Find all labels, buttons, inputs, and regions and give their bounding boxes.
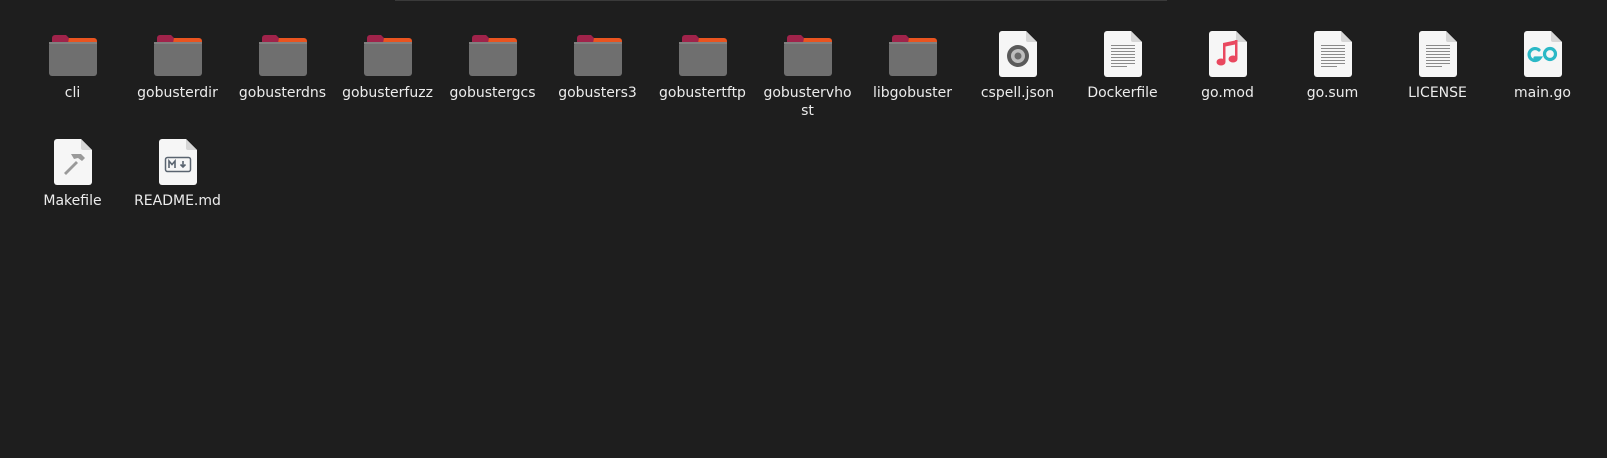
file-item-readme-md[interactable]: README.md xyxy=(125,136,230,244)
folder-icon xyxy=(257,28,309,80)
file-item-libgobuster[interactable]: libgobuster xyxy=(860,28,965,136)
file-item-gobustergcs[interactable]: gobustergcs xyxy=(440,28,545,136)
file-name: go.sum xyxy=(1306,85,1359,101)
text-file-icon xyxy=(1412,28,1464,80)
file-name: gobusterdir xyxy=(137,85,218,101)
folder-icon xyxy=(887,28,939,80)
file-item-makefile[interactable]: Makefile xyxy=(20,136,125,244)
go-file-icon xyxy=(1517,28,1569,80)
file-item-go-sum[interactable]: go.sum xyxy=(1280,28,1385,136)
file-item-gobustervhost[interactable]: gobustervhost xyxy=(755,28,860,136)
file-name: libgobuster xyxy=(872,85,953,101)
folder-icon xyxy=(362,28,414,80)
text-file-icon xyxy=(1307,28,1359,80)
folder-icon xyxy=(572,28,624,80)
file-item-cli[interactable]: cli xyxy=(20,28,125,136)
folder-icon xyxy=(467,28,519,80)
file-grid: cli gobusterdir gobusterdns gobusterfuzz… xyxy=(20,28,1595,244)
music-file-icon xyxy=(1202,28,1254,80)
file-name: gobustergcs xyxy=(449,85,536,101)
file-name: gobustervhost xyxy=(763,85,852,119)
file-item-gobusterdns[interactable]: gobusterdns xyxy=(230,28,335,136)
header-divider xyxy=(395,0,1167,1)
folder-icon xyxy=(152,28,204,80)
file-item-license[interactable]: LICENSE xyxy=(1385,28,1490,136)
file-name: cli xyxy=(64,85,81,101)
file-item-gobusterfuzz[interactable]: gobusterfuzz xyxy=(335,28,440,136)
file-item-gobustertftp[interactable]: gobustertftp xyxy=(650,28,755,136)
file-name: go.mod xyxy=(1201,85,1254,101)
text-file-icon xyxy=(1097,28,1149,80)
file-name: README.md xyxy=(134,193,221,209)
json-file-icon xyxy=(992,28,1044,80)
file-browser-view: cli gobusterdir gobusterdns gobusterfuzz… xyxy=(0,0,1607,458)
file-item-dockerfile[interactable]: Dockerfile xyxy=(1070,28,1175,136)
folder-icon xyxy=(47,28,99,80)
file-name: gobusterfuzz xyxy=(342,85,433,101)
file-item-main-go[interactable]: main.go xyxy=(1490,28,1595,136)
file-item-gobusters3[interactable]: gobusters3 xyxy=(545,28,650,136)
makefile-icon xyxy=(47,136,99,188)
file-name: main.go xyxy=(1514,85,1571,101)
file-name: LICENSE xyxy=(1408,85,1467,101)
file-item-go-mod[interactable]: go.mod xyxy=(1175,28,1280,136)
file-item-cspell-json[interactable]: cspell.json xyxy=(965,28,1070,136)
file-name: gobusterdns xyxy=(238,85,327,101)
folder-icon xyxy=(677,28,729,80)
file-name: cspell.json xyxy=(980,85,1055,101)
file-name: gobustertftp xyxy=(659,85,746,101)
file-name: Makefile xyxy=(43,193,102,209)
markdown-file-icon xyxy=(152,136,204,188)
file-name: gobusters3 xyxy=(558,85,637,101)
file-item-gobusterdir[interactable]: gobusterdir xyxy=(125,28,230,136)
folder-icon xyxy=(782,28,834,80)
file-name: Dockerfile xyxy=(1087,85,1158,101)
